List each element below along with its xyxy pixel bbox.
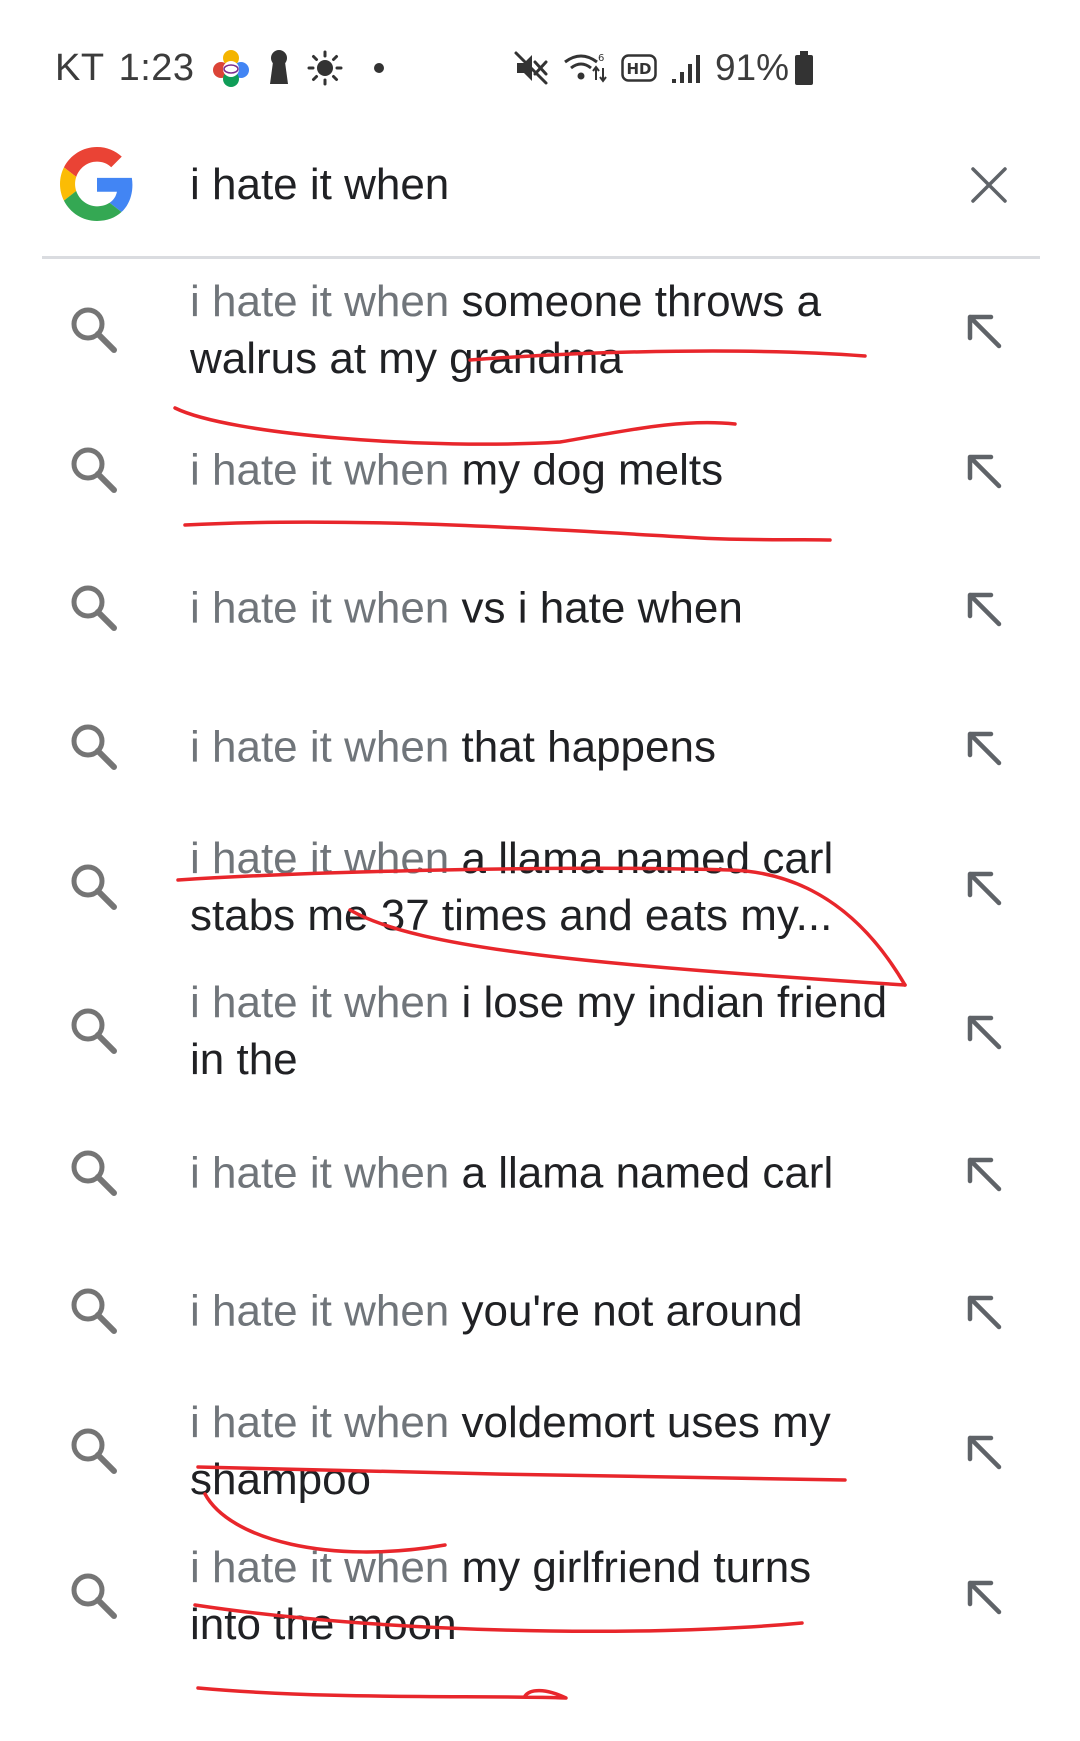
- battery-icon: [793, 50, 815, 86]
- search-bar: [42, 130, 1040, 259]
- suggestion-text: i hate it when someone throws a walrus a…: [190, 273, 890, 387]
- suggestion-item[interactable]: i hate it when my dog melts: [0, 400, 1080, 539]
- suggestion-prefix: i hate it when: [190, 834, 450, 883]
- search-icon: [68, 304, 120, 356]
- svg-text:HD: HD: [626, 60, 651, 78]
- fill-query-button[interactable]: [961, 865, 1005, 909]
- suggestion-completion: you're not around: [461, 1286, 803, 1336]
- search-icon: [68, 1285, 120, 1337]
- suggestion-text: i hate it when my dog melts: [190, 441, 890, 498]
- status-bar-right: 6 HD 91%: [499, 40, 815, 96]
- suggestion-text: i hate it when a llama named carl: [190, 1145, 890, 1202]
- search-input[interactable]: [190, 152, 910, 218]
- suggestion-completion: vs i hate when: [461, 583, 743, 633]
- scribble-underline: [196, 1686, 568, 1700]
- search-icon: [68, 1147, 120, 1199]
- carrier-label: KT: [55, 46, 105, 89]
- fill-query-button[interactable]: [961, 1151, 1005, 1195]
- arrow-up-left-icon: [967, 871, 1002, 906]
- fill-query-button[interactable]: [961, 308, 1005, 352]
- arrow-up-left-icon: [967, 314, 1002, 348]
- suggestion-item[interactable]: i hate it when i lose my indian friend i…: [0, 958, 1080, 1104]
- suggestion-item[interactable]: i hate it when that happens: [0, 677, 1080, 816]
- colorful-app-icon: [211, 48, 251, 88]
- suggestion-text: i hate it when i lose my indian friend i…: [190, 974, 890, 1088]
- fill-query-button[interactable]: [961, 1289, 1005, 1333]
- wifi-6-icon: 6: [563, 50, 607, 86]
- suggestion-prefix: i hate it when: [190, 1398, 450, 1447]
- arrow-up-left-icon: [967, 592, 1002, 627]
- mute-icon: [513, 50, 549, 86]
- keyhole-icon: [267, 48, 291, 88]
- arrow-up-left-icon: [967, 1157, 1002, 1192]
- suggestion-prefix: i hate it when: [190, 978, 450, 1027]
- fill-query-button[interactable]: [961, 1429, 1005, 1473]
- suggestion-item[interactable]: i hate it when vs i hate when: [0, 539, 1080, 677]
- google-g-logo[interactable]: [60, 147, 134, 221]
- suggestion-prefix: i hate it when: [190, 583, 450, 633]
- clock: 1:23: [118, 46, 195, 89]
- dot-icon: [373, 62, 385, 74]
- suggestion-prefix: i hate it when: [190, 276, 450, 326]
- arrow-up-left-icon: [967, 731, 1002, 765]
- svg-text:6: 6: [598, 53, 604, 64]
- suggestion-prefix: i hate it when: [190, 445, 450, 494]
- suggestion-text: i hate it when that happens: [190, 718, 890, 775]
- search-icon: [68, 1425, 120, 1477]
- fill-query-button[interactable]: [961, 1574, 1005, 1618]
- suggestion-text: i hate it when a llama named carl stabs …: [190, 830, 890, 944]
- suggestion-prefix: i hate it when: [190, 1286, 450, 1336]
- suggestion-text: i hate it when vs i hate when: [190, 580, 890, 637]
- suggestion-completion: that happens: [461, 722, 716, 771]
- status-bar-left: KT 1:23: [55, 40, 385, 96]
- arrow-up-left-icon: [967, 1295, 1002, 1330]
- arrow-up-left-icon: [967, 1580, 1002, 1615]
- arrow-up-left-icon: [967, 1015, 1002, 1050]
- search-icon: [68, 1005, 120, 1057]
- suggestion-completion: my dog melts: [461, 445, 724, 494]
- fill-query-button[interactable]: [961, 1009, 1005, 1053]
- suggestion-item[interactable]: i hate it when a llama named carl: [0, 1104, 1080, 1242]
- search-icon: [68, 444, 120, 496]
- suggestion-list: i hate it when someone throws a walrus a…: [0, 259, 1080, 1670]
- search-icon: [68, 861, 120, 913]
- search-icon: [68, 721, 120, 773]
- suggestion-item[interactable]: i hate it when someone throws a walrus a…: [0, 259, 1080, 400]
- close-icon: [971, 167, 1007, 203]
- suggestion-completion: a llama named carl: [461, 1148, 834, 1198]
- search-icon: [68, 1570, 120, 1622]
- suggestion-text: i hate it when my girlfriend turns into …: [190, 1539, 890, 1653]
- fill-query-button[interactable]: [961, 448, 1005, 492]
- arrow-up-left-icon: [967, 1435, 1002, 1470]
- status-bar: KT 1:23 6 HD 91%: [0, 0, 1080, 130]
- suggestion-item[interactable]: i hate it when voldemort uses my shampoo: [0, 1380, 1080, 1522]
- signal-icon: [671, 52, 701, 84]
- suggestion-text: i hate it when voldemort uses my shampoo: [190, 1394, 890, 1508]
- suggestion-item[interactable]: i hate it when a llama named carl stabs …: [0, 816, 1080, 958]
- suggestion-item[interactable]: i hate it when you're not around: [0, 1242, 1080, 1380]
- suggestion-prefix: i hate it when: [190, 1148, 450, 1198]
- suggestion-text: i hate it when you're not around: [190, 1283, 890, 1340]
- arrow-up-left-icon: [967, 454, 1002, 488]
- hd-icon: HD: [621, 54, 657, 82]
- fill-query-button[interactable]: [961, 725, 1005, 769]
- suggestion-prefix: i hate it when: [190, 1543, 450, 1592]
- fill-query-button[interactable]: [961, 586, 1005, 630]
- clear-button[interactable]: [960, 156, 1018, 214]
- brightness-icon: [307, 50, 343, 86]
- battery-percentage: 91%: [714, 47, 789, 88]
- suggestion-prefix: i hate it when: [190, 722, 450, 771]
- search-icon: [68, 582, 120, 634]
- suggestion-item[interactable]: i hate it when my girlfriend turns into …: [0, 1522, 1080, 1670]
